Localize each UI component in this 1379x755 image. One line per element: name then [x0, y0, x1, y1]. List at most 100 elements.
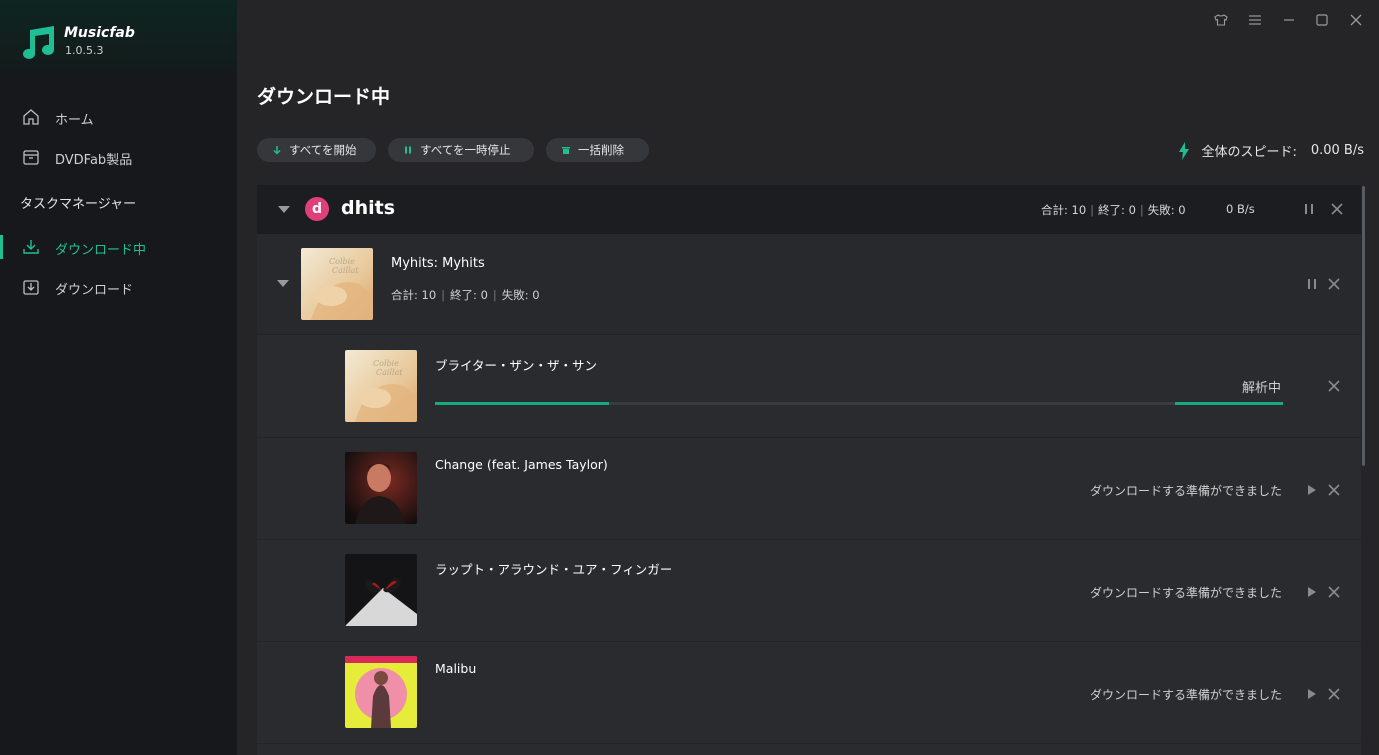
track-status: ダウンロードする準備ができました — [1089, 688, 1282, 702]
overall-speed: 全体のスピード: 0.00 B/s — [1177, 141, 1364, 160]
start-all-label: すべてを開始 — [289, 143, 357, 157]
close-window-button[interactable] — [1346, 10, 1366, 30]
progress-bar — [435, 402, 1283, 405]
group-pause-button[interactable] — [1300, 200, 1318, 218]
pause-icon — [1308, 279, 1316, 289]
track-delete-button[interactable] — [1325, 685, 1343, 703]
close-icon — [1331, 203, 1343, 215]
album-delete-button[interactable] — [1325, 275, 1343, 293]
svg-text:Colbie: Colbie — [373, 359, 399, 368]
track-cover: Colbie Caillat — [345, 350, 417, 422]
track-status: ダウンロードする準備ができました — [1089, 586, 1282, 600]
track-status: ダウンロードする準備ができました — [1089, 484, 1282, 498]
track-row: Malibu ダウンロードする準備ができました — [257, 643, 1361, 744]
downloaded-box-icon — [23, 280, 39, 295]
page-title: ダウンロード中 — [257, 86, 391, 108]
track-play-button[interactable] — [1303, 685, 1321, 703]
play-icon — [1308, 485, 1316, 495]
album-stats: 合計: 10 | 終了: 0 | 失敗: 0 — [391, 288, 540, 302]
track-play-button[interactable] — [1303, 583, 1321, 601]
collapse-group-icon[interactable] — [278, 206, 290, 213]
close-icon — [1328, 484, 1340, 496]
track-delete-button[interactable] — [1325, 481, 1343, 499]
track-cover — [345, 554, 417, 626]
group-name: dhits — [341, 197, 396, 219]
maximize-icon — [1316, 14, 1328, 26]
svg-text:Caillat: Caillat — [376, 368, 403, 377]
skin-button[interactable] — [1211, 10, 1231, 30]
album-row: Colbie Caillat Myhits: Myhits 合計: 10 | 終了:… — [257, 234, 1361, 335]
play-icon — [1308, 689, 1316, 699]
pause-all-button[interactable]: すべてを一時停止 — [388, 138, 534, 162]
group-done: 終了: 0 — [1098, 203, 1136, 217]
track-title: ブライター・ザン・ザ・サン — [435, 358, 598, 373]
group-delete-button[interactable] — [1328, 200, 1346, 218]
close-icon — [1350, 14, 1362, 26]
album-done: 終了: 0 — [450, 288, 488, 302]
album-pause-button[interactable] — [1303, 275, 1321, 293]
sidebar-item-label: DVDFab製品 — [55, 153, 133, 168]
minimize-icon — [1284, 19, 1294, 21]
track-row: Change (feat. James Taylor) ダウンロードする準備がで… — [257, 439, 1361, 540]
progress-fill — [435, 402, 609, 405]
speed-label: 全体のスピード: — [1201, 145, 1297, 160]
sidebar: Musicfab 1.0.5.3 ホーム DVDFab製品 タスクマネージャー … — [0, 0, 237, 755]
dhits-logo-icon: d — [305, 197, 329, 221]
album-failed: 失敗: 0 — [501, 288, 540, 302]
maximize-button[interactable] — [1312, 10, 1332, 30]
minimize-button[interactable] — [1279, 10, 1299, 30]
download-arrow-icon — [271, 144, 283, 156]
menu-icon — [1249, 15, 1261, 25]
pause-all-label: すべてを一時停止 — [420, 143, 511, 157]
play-icon — [1308, 587, 1316, 597]
album-cover: Colbie Caillat — [301, 248, 373, 320]
track-delete-button[interactable] — [1325, 377, 1343, 395]
start-all-button[interactable]: すべてを開始 — [257, 138, 376, 162]
group-stats: 合計: 10 | 終了: 0 | 失敗: 0 — [1041, 203, 1186, 217]
music-note-logo-icon — [23, 26, 54, 59]
svg-text:Caillat: Caillat — [332, 266, 359, 275]
sidebar-item-label: ホーム — [55, 113, 94, 128]
track-row: ラップト・アラウンド・ユア・フィンガー ダウンロードする準備ができました — [257, 541, 1361, 642]
lightning-icon — [1179, 141, 1190, 160]
pause-icon — [1305, 204, 1313, 214]
app-name: Musicfab — [64, 25, 135, 41]
close-icon — [1328, 688, 1340, 700]
group-speed: 0 B/s — [1226, 202, 1255, 216]
sidebar-item-label: ダウンロード — [55, 283, 134, 298]
track-title: ラップト・アラウンド・ユア・フィンガー — [435, 562, 673, 577]
pause-icon — [402, 144, 414, 156]
track-play-button[interactable] — [1303, 481, 1321, 499]
delete-all-button[interactable]: 一括削除 — [546, 138, 649, 162]
box-icon — [23, 150, 39, 165]
track-title: Change (feat. James Taylor) — [435, 457, 608, 472]
group-total: 合計: 10 — [1041, 203, 1087, 217]
svg-text:Colbie: Colbie — [329, 257, 355, 266]
sidebar-item-downloaded[interactable]: ダウンロード — [0, 271, 237, 303]
track-cover — [345, 656, 417, 728]
group-header: d dhits 合計: 10 | 終了: 0 | 失敗: 0 0 B/s — [257, 185, 1361, 234]
track-title: Malibu — [435, 661, 477, 676]
app-header: Musicfab 1.0.5.3 — [0, 0, 237, 72]
track-row: Colbie Caillat ブライター・ザン・ザ・サン 解析中 — [257, 337, 1361, 438]
close-icon — [1328, 380, 1340, 392]
app-version: 1.0.5.3 — [65, 44, 104, 57]
scrollbar[interactable] — [1362, 186, 1365, 466]
menu-button[interactable] — [1245, 10, 1265, 30]
home-icon — [23, 109, 39, 125]
progress-fill-end — [1175, 402, 1283, 405]
close-icon — [1328, 278, 1340, 290]
track-status: 解析中 — [1241, 381, 1281, 396]
sidebar-item-downloading[interactable]: ダウンロード中 — [0, 231, 237, 263]
sidebar-item-label: ダウンロード中 — [55, 243, 147, 258]
delete-all-label: 一括削除 — [578, 143, 624, 157]
download-active-icon — [23, 240, 39, 254]
group-failed: 失敗: 0 — [1147, 203, 1186, 217]
track-delete-button[interactable] — [1325, 583, 1343, 601]
shirt-icon — [1214, 14, 1228, 26]
sidebar-item-home[interactable]: ホーム — [0, 101, 237, 133]
collapse-album-icon[interactable] — [277, 280, 289, 287]
section-label: タスクマネージャー — [20, 197, 137, 212]
close-icon — [1328, 586, 1340, 598]
sidebar-item-dvdfab[interactable]: DVDFab製品 — [0, 141, 237, 173]
